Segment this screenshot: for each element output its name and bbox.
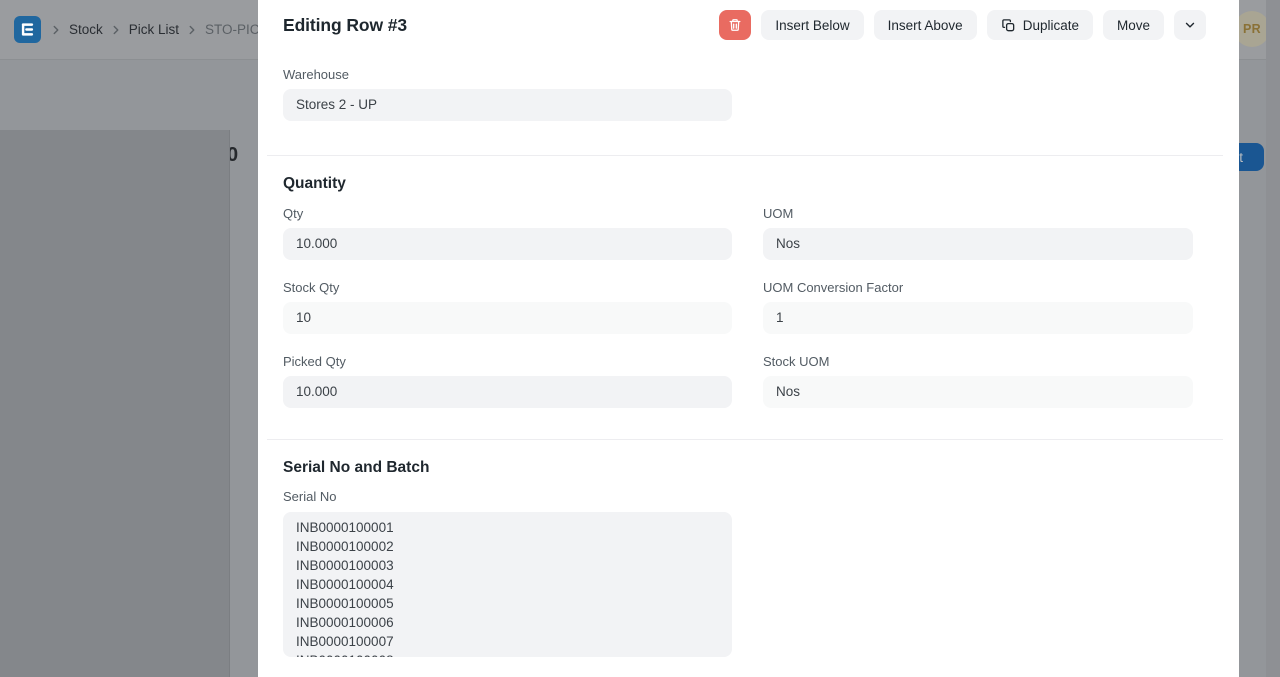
chevron-right-icon [109, 23, 123, 37]
edit-row-modal: Editing Row #3 Insert Below Insert Above [258, 0, 1239, 677]
chevron-right-icon [49, 23, 63, 37]
warehouse-field: Warehouse Stores 2 - UP [283, 67, 732, 121]
modal-toolbar: Insert Below Insert Above Duplicate Move [719, 10, 1206, 40]
uom-conversion-factor-label: UOM Conversion Factor [763, 280, 1193, 295]
chevron-right-icon [185, 23, 199, 37]
stock-qty-field: Stock Qty 10 [283, 280, 732, 334]
insert-below-button[interactable]: Insert Below [761, 10, 863, 40]
warehouse-input[interactable]: Stores 2 - UP [283, 89, 732, 121]
uom-conversion-factor-input: 1 [763, 302, 1193, 334]
qty-input[interactable]: 10.000 [283, 228, 732, 260]
qty-field: Qty 10.000 [283, 206, 732, 260]
section-divider [267, 155, 1223, 156]
modal-body: Warehouse Stores 2 - UP Quantity Qty 10.… [258, 67, 1239, 657]
trash-icon [728, 18, 742, 32]
uom-input[interactable]: Nos [763, 228, 1193, 260]
move-button[interactable]: Move [1103, 10, 1164, 40]
more-actions-button[interactable] [1174, 10, 1206, 40]
picked-qty-field: Picked Qty 10.000 [283, 354, 732, 408]
duplicate-label: Duplicate [1023, 18, 1079, 33]
page-scrollbar[interactable] [1266, 0, 1280, 677]
app-logo-icon[interactable] [14, 16, 41, 43]
section-divider [267, 439, 1223, 440]
serial-no-label: Serial No [283, 489, 1193, 504]
chevron-down-icon [1183, 18, 1197, 32]
stock-uom-label: Stock UOM [763, 354, 1193, 369]
quantity-section: Qty 10.000 UOM Nos Stock Qty 10 UOM Conv… [283, 206, 1193, 408]
copy-icon [1001, 18, 1016, 33]
serial-no-textarea[interactable]: INB0000100001 INB0000100002 INB000010000… [283, 512, 732, 657]
quantity-section-heading: Quantity [283, 174, 1193, 193]
uom-conversion-factor-field: UOM Conversion Factor 1 [763, 280, 1193, 334]
user-avatar[interactable]: PR [1234, 11, 1270, 47]
modal-header: Editing Row #3 Insert Below Insert Above [258, 0, 1239, 50]
stock-qty-label: Stock Qty [283, 280, 732, 295]
stock-uom-input: Nos [763, 376, 1193, 408]
form-sidebar [0, 130, 230, 677]
uom-label: UOM [763, 206, 1193, 221]
insert-above-button[interactable]: Insert Above [874, 10, 977, 40]
breadcrumb-item-stock[interactable]: Stock [69, 22, 103, 37]
picked-qty-input[interactable]: 10.000 [283, 376, 732, 408]
qty-label: Qty [283, 206, 732, 221]
uom-field: UOM Nos [763, 206, 1193, 260]
stock-qty-input: 10 [283, 302, 732, 334]
breadcrumb-item-pick-list[interactable]: Pick List [129, 22, 179, 37]
stock-uom-field: Stock UOM Nos [763, 354, 1193, 408]
serial-batch-section-heading: Serial No and Batch [283, 458, 1193, 477]
warehouse-label: Warehouse [283, 67, 732, 82]
duplicate-button[interactable]: Duplicate [987, 10, 1093, 40]
modal-title: Editing Row #3 [283, 15, 407, 36]
delete-row-button[interactable] [719, 10, 751, 40]
picked-qty-label: Picked Qty [283, 354, 732, 369]
